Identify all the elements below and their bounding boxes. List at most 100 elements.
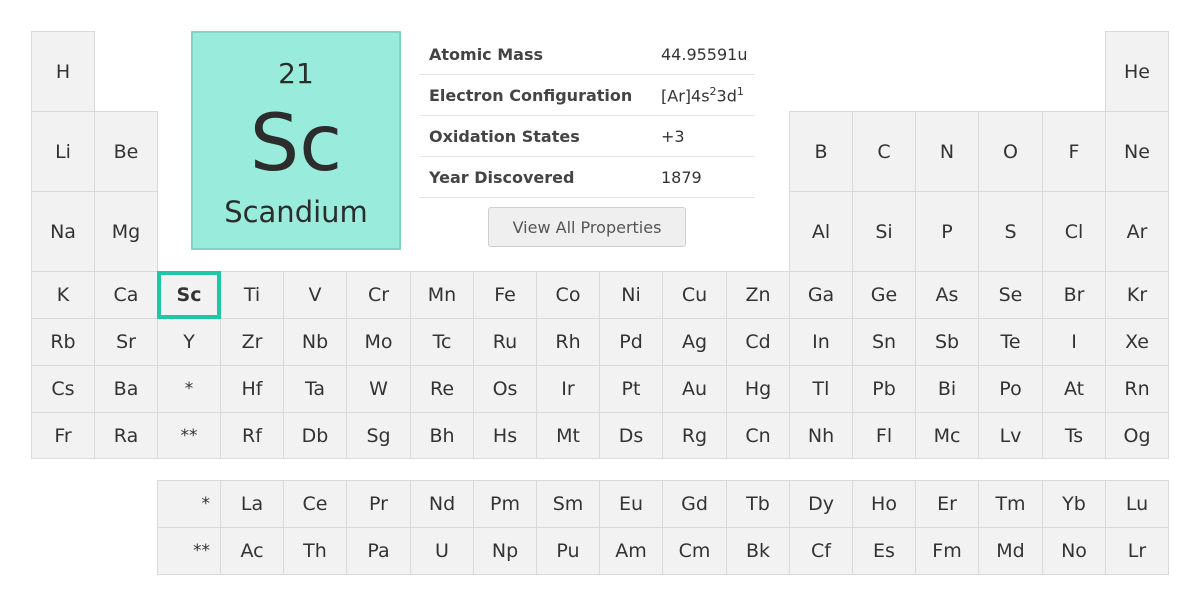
element-cell-ce[interactable]: Ce (283, 480, 347, 528)
element-cell-re[interactable]: Re (410, 365, 474, 413)
element-cell-co[interactable]: Co (536, 271, 600, 319)
element-cell-ti[interactable]: Ti (220, 271, 284, 319)
element-cell-sc[interactable]: Sc (157, 271, 221, 319)
element-cell-am[interactable]: Am (599, 527, 663, 575)
element-cell-h[interactable]: H (31, 31, 95, 112)
element-cell-db[interactable]: Db (283, 412, 347, 459)
element-cell-fr[interactable]: Fr (31, 412, 95, 459)
element-cell-v[interactable]: V (283, 271, 347, 319)
element-cell-eu[interactable]: Eu (599, 480, 663, 528)
element-cell-w[interactable]: W (346, 365, 411, 413)
element-cell-fl[interactable]: Fl (852, 412, 916, 459)
element-cell-ge[interactable]: Ge (852, 271, 916, 319)
element-cell-s[interactable]: S (978, 191, 1043, 272)
element-cell-sg[interactable]: Sg (346, 412, 411, 459)
element-cell-lv[interactable]: Lv (978, 412, 1043, 459)
element-cell-yb[interactable]: Yb (1042, 480, 1106, 528)
element-cell-ta[interactable]: Ta (283, 365, 347, 413)
element-cell-zn[interactable]: Zn (726, 271, 790, 319)
element-cell-pd[interactable]: Pd (599, 318, 663, 366)
element-cell-la[interactable]: La (220, 480, 284, 528)
element-cell-k[interactable]: K (31, 271, 95, 319)
element-cell-hs[interactable]: Hs (473, 412, 537, 459)
element-cell-p[interactable]: P (915, 191, 979, 272)
view-all-properties-button[interactable]: View All Properties (488, 207, 686, 247)
element-cell-dy[interactable]: Dy (789, 480, 853, 528)
element-cell-i[interactable]: I (1042, 318, 1106, 366)
element-cell-pr[interactable]: Pr (346, 480, 411, 528)
element-cell-ir[interactable]: Ir (536, 365, 600, 413)
element-cell-rf[interactable]: Rf (220, 412, 284, 459)
element-cell-he[interactable]: He (1105, 31, 1169, 112)
element-cell-al[interactable]: Al (789, 191, 853, 272)
element-cell-cs[interactable]: Cs (31, 365, 95, 413)
element-cell-sb[interactable]: Sb (915, 318, 979, 366)
element-cell-nd[interactable]: Nd (410, 480, 474, 528)
element-cell-ni[interactable]: Ni (599, 271, 663, 319)
element-cell-rn[interactable]: Rn (1105, 365, 1169, 413)
element-cell-as[interactable]: As (915, 271, 979, 319)
element-cell-br[interactable]: Br (1042, 271, 1106, 319)
element-cell-pm[interactable]: Pm (473, 480, 537, 528)
element-cell-c[interactable]: C (852, 111, 916, 192)
element-cell-li[interactable]: Li (31, 111, 95, 192)
element-cell-f[interactable]: F (1042, 111, 1106, 192)
element-cell-cl[interactable]: Cl (1042, 191, 1106, 272)
element-cell-cf[interactable]: Cf (789, 527, 853, 575)
element-cell-er[interactable]: Er (915, 480, 979, 528)
element-cell-bk[interactable]: Bk (726, 527, 790, 575)
element-cell-zr[interactable]: Zr (220, 318, 284, 366)
element-cell-fe[interactable]: Fe (473, 271, 537, 319)
element-cell-pb[interactable]: Pb (852, 365, 916, 413)
element-cell-hg[interactable]: Hg (726, 365, 790, 413)
element-cell-rg[interactable]: Rg (662, 412, 727, 459)
element-cell-ds[interactable]: Ds (599, 412, 663, 459)
element-cell-ar[interactable]: Ar (1105, 191, 1169, 272)
element-cell-sr[interactable]: Sr (94, 318, 158, 366)
element-cell-th[interactable]: Th (283, 527, 347, 575)
element-cell-og[interactable]: Og (1105, 412, 1169, 459)
element-cell-mo[interactable]: Mo (346, 318, 411, 366)
element-cell-hf[interactable]: Hf (220, 365, 284, 413)
element-cell-gd[interactable]: Gd (662, 480, 727, 528)
element-cell-n[interactable]: N (915, 111, 979, 192)
element-cell-mc[interactable]: Mc (915, 412, 979, 459)
element-cell-no[interactable]: No (1042, 527, 1106, 575)
element-cell-ac[interactable]: Ac (220, 527, 284, 575)
element-cell-tl[interactable]: Tl (789, 365, 853, 413)
element-cell-md[interactable]: Md (978, 527, 1043, 575)
element-cell-tb[interactable]: Tb (726, 480, 790, 528)
element-cell-o[interactable]: O (978, 111, 1043, 192)
element-cell-bh[interactable]: Bh (410, 412, 474, 459)
element-cell-np[interactable]: Np (473, 527, 537, 575)
element-cell-si[interactable]: Si (852, 191, 916, 272)
element-cell-ho[interactable]: Ho (852, 480, 916, 528)
element-cell-cm[interactable]: Cm (662, 527, 727, 575)
element-cell-rh[interactable]: Rh (536, 318, 600, 366)
element-cell-ag[interactable]: Ag (662, 318, 727, 366)
element-cell-b[interactable]: B (789, 111, 853, 192)
element-cell-ru[interactable]: Ru (473, 318, 537, 366)
element-cell-xe[interactable]: Xe (1105, 318, 1169, 366)
element-cell-os[interactable]: Os (473, 365, 537, 413)
element-cell-u[interactable]: U (410, 527, 474, 575)
element-cell-lr[interactable]: Lr (1105, 527, 1169, 575)
element-cell-te[interactable]: Te (978, 318, 1043, 366)
element-cell-nh[interactable]: Nh (789, 412, 853, 459)
element-cell-tc[interactable]: Tc (410, 318, 474, 366)
element-cell-at[interactable]: At (1042, 365, 1106, 413)
element-cell-cd[interactable]: Cd (726, 318, 790, 366)
element-cell-in[interactable]: In (789, 318, 853, 366)
element-cell-lu[interactable]: Lu (1105, 480, 1169, 528)
element-cell-es[interactable]: Es (852, 527, 916, 575)
element-cell-kr[interactable]: Kr (1105, 271, 1169, 319)
element-cell-na[interactable]: Na (31, 191, 95, 272)
element-cell-sn[interactable]: Sn (852, 318, 916, 366)
element-cell-cr[interactable]: Cr (346, 271, 411, 319)
element-cell-ca[interactable]: Ca (94, 271, 158, 319)
element-cell-mt[interactable]: Mt (536, 412, 600, 459)
element-cell-cu[interactable]: Cu (662, 271, 727, 319)
element-cell-be[interactable]: Be (94, 111, 158, 192)
element-cell-po[interactable]: Po (978, 365, 1043, 413)
element-cell-ts[interactable]: Ts (1042, 412, 1106, 459)
